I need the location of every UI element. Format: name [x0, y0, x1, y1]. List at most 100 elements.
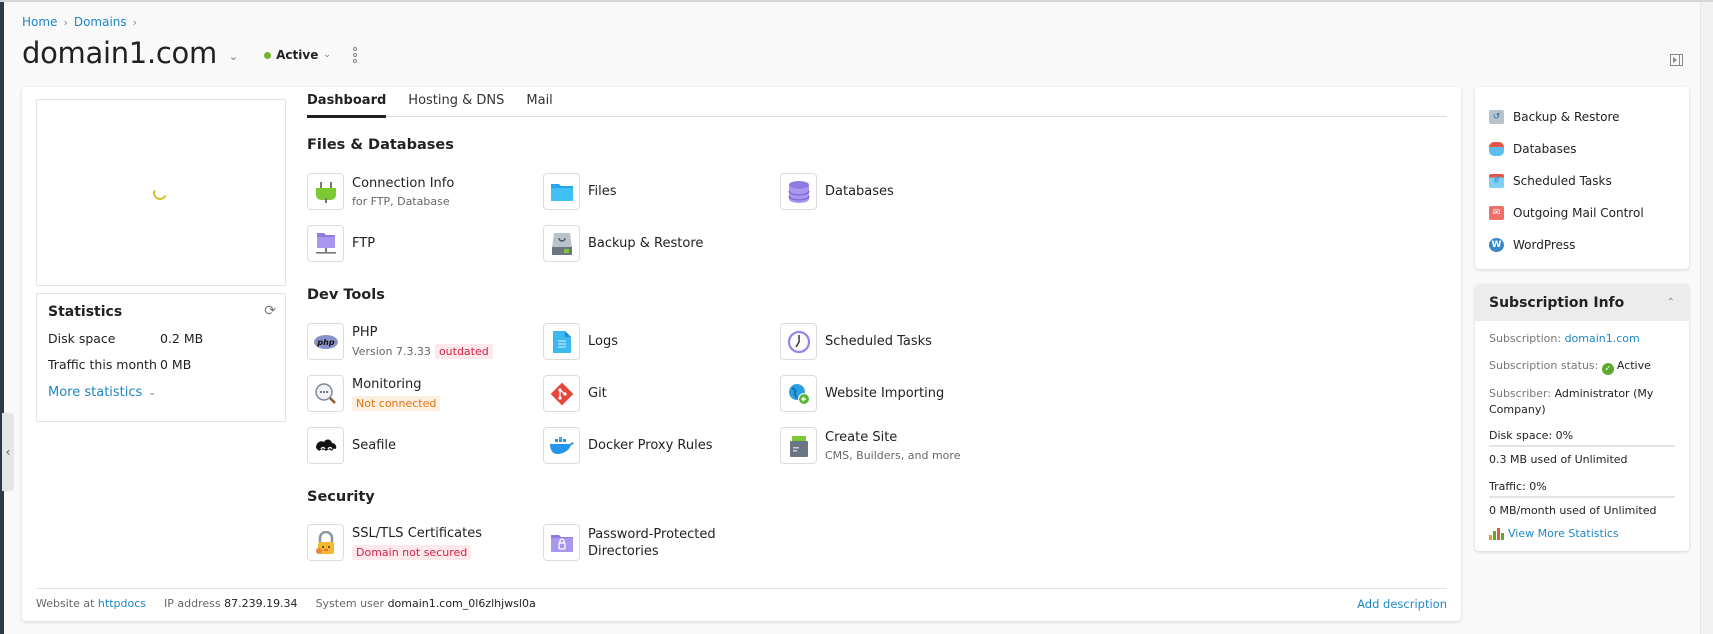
- calendar-icon: #: [1489, 174, 1504, 188]
- bar-chart-icon: [1489, 527, 1504, 540]
- globe-import-icon: [780, 375, 817, 412]
- backup-icon: ↺: [1489, 110, 1504, 124]
- log-file-icon: [543, 323, 580, 360]
- chevron-left-icon: ‹: [5, 445, 11, 459]
- system-user-label: System user: [315, 597, 385, 610]
- domain-info-footer: Website at httpdocs IP address 87.239.19…: [36, 597, 536, 610]
- tool-name: Website Importing: [825, 386, 945, 401]
- tool-subtitle: for FTP, Database: [352, 195, 450, 208]
- subscription-link[interactable]: domain1.com: [1565, 332, 1640, 345]
- tool-name: FTP: [352, 236, 376, 251]
- php-version: Version 7.3.33: [352, 345, 431, 358]
- tool-logs[interactable]: Logs: [543, 323, 618, 360]
- section-title-dev-tools: Dev Tools: [307, 287, 385, 303]
- refresh-icon[interactable]: ⟳: [264, 303, 276, 319]
- tool-subtitle: CMS, Builders, and more: [825, 449, 961, 462]
- statistics-title: Statistics: [48, 304, 123, 320]
- seafile-icon: [307, 427, 344, 464]
- php-icon: php: [307, 323, 344, 360]
- ssl-lock-icon: [307, 524, 344, 561]
- domain-switch-chevron-icon[interactable]: ⌄: [229, 50, 238, 63]
- database-icon: [780, 173, 817, 210]
- site-preview[interactable]: [36, 99, 286, 286]
- toggle-right-panel-icon[interactable]: [1670, 54, 1683, 66]
- subscription-status-value: Active: [1616, 359, 1651, 372]
- locked-folder-icon: [543, 524, 580, 561]
- ip-value: 87.239.19.34: [224, 597, 298, 610]
- tool-create-site[interactable]: Create Site CMS, Builders, and more: [780, 427, 960, 464]
- tool-ssl-tls-certificates[interactable]: SSL/TLS Certificates Domain not secured: [307, 524, 482, 561]
- tool-name: Seafile: [352, 438, 397, 453]
- statistics-panel: Statistics ⟳ Disk space 0.2 MB Traffic t…: [36, 293, 286, 422]
- disk-space-meter: [1489, 445, 1675, 447]
- status-label: Active: [276, 48, 319, 62]
- backup-drive-icon: [543, 225, 580, 262]
- quick-link-backup-restore[interactable]: ↺ Backup & Restore: [1489, 101, 1675, 133]
- chevron-up-icon: ⌃: [1666, 297, 1675, 308]
- tool-scheduled-tasks[interactable]: Scheduled Tasks: [780, 323, 932, 360]
- chevron-down-icon: ⌄: [323, 50, 331, 60]
- tool-name-line2: Directories: [588, 543, 659, 559]
- add-description-link[interactable]: Add description: [1357, 597, 1447, 611]
- tab-mail[interactable]: Mail: [526, 93, 552, 116]
- quick-link-scheduled-tasks[interactable]: # Scheduled Tasks: [1489, 165, 1675, 197]
- more-statistics-label: More statistics: [48, 385, 143, 400]
- plug-icon: [307, 173, 344, 210]
- tool-website-importing[interactable]: Website Importing: [780, 375, 944, 412]
- tool-git[interactable]: Git: [543, 375, 607, 412]
- disk-space-usage: 0.3 MB used of Unlimited: [1489, 453, 1628, 466]
- tab-hosting-dns[interactable]: Hosting & DNS: [408, 93, 504, 116]
- subscriber-label: Subscriber:: [1489, 387, 1552, 400]
- quick-link-wordpress[interactable]: W WordPress: [1489, 229, 1675, 261]
- tool-seafile[interactable]: Seafile: [307, 427, 396, 464]
- system-user-value: domain1.com_0l6zlhjwsl0a: [387, 597, 536, 610]
- tool-name: Connection Info: [352, 176, 455, 191]
- view-more-statistics-label: View More Statistics: [1508, 527, 1619, 540]
- expand-navigation-handle[interactable]: ‹: [2, 413, 14, 491]
- database-icon: [1489, 142, 1504, 156]
- more-actions-icon[interactable]: [352, 47, 357, 63]
- quick-link-outgoing-mail-control[interactable]: ✉ Outgoing Mail Control: [1489, 197, 1675, 229]
- stat-row-disk: Disk space 0.2 MB: [48, 331, 274, 346]
- status-dropdown[interactable]: Active ⌄: [264, 48, 331, 62]
- check-circle-icon: ✓: [1601, 363, 1614, 375]
- page-title: domain1.com: [22, 36, 217, 70]
- tool-ftp[interactable]: FTP: [307, 225, 375, 262]
- stat-label: Disk space: [48, 331, 116, 346]
- domain-not-secured-badge: Domain not secured: [352, 545, 472, 560]
- more-statistics-link[interactable]: More statistics ⌄: [48, 385, 156, 400]
- tool-name: SSL/TLS Certificates: [352, 526, 482, 541]
- tool-name: Databases: [825, 184, 894, 199]
- httpdocs-link[interactable]: httpdocs: [98, 597, 146, 610]
- folder-icon: [543, 173, 580, 210]
- tool-files[interactable]: Files: [543, 173, 617, 210]
- left-edge-bar: [0, 2, 4, 634]
- tool-name: Git: [588, 386, 607, 401]
- tool-databases[interactable]: Databases: [780, 173, 894, 210]
- view-more-statistics-link[interactable]: View More Statistics: [1489, 527, 1675, 540]
- breadcrumb-home[interactable]: Home: [22, 15, 57, 29]
- tool-name: Scheduled Tasks: [825, 334, 932, 349]
- tool-name: Create Site: [825, 430, 898, 445]
- quick-link-databases[interactable]: Databases: [1489, 133, 1675, 165]
- disk-space-row: Disk space: 0%: [1489, 429, 1675, 442]
- tab-dashboard[interactable]: Dashboard: [307, 93, 387, 118]
- tool-docker-proxy-rules[interactable]: Docker Proxy Rules: [543, 427, 712, 464]
- quick-link-label: Outgoing Mail Control: [1513, 206, 1644, 220]
- quick-link-label: Databases: [1513, 142, 1577, 156]
- subscription-info-header[interactable]: Subscription Info ⌃: [1475, 284, 1689, 321]
- tool-backup-restore[interactable]: Backup & Restore: [543, 225, 703, 262]
- svg-text:php: php: [316, 338, 334, 347]
- subscription-label: Subscription:: [1489, 332, 1562, 345]
- right-scrollbar[interactable]: [1700, 2, 1713, 634]
- tool-connection-info[interactable]: Connection Info for FTP, Database: [307, 173, 454, 210]
- breadcrumb-domains[interactable]: Domains: [74, 15, 127, 29]
- disk-space-label: Disk space:: [1489, 429, 1553, 442]
- tool-monitoring[interactable]: Monitoring Not connected: [307, 375, 441, 412]
- clock-icon: [780, 323, 817, 360]
- tool-password-protected-directories[interactable]: Password-Protected Directories: [543, 524, 716, 561]
- tool-name: Monitoring: [352, 377, 422, 392]
- tool-php[interactable]: php PHP Version 7.3.33 outdated: [307, 323, 493, 360]
- ftp-folder-icon: [307, 225, 344, 262]
- site-box-icon: [780, 427, 817, 464]
